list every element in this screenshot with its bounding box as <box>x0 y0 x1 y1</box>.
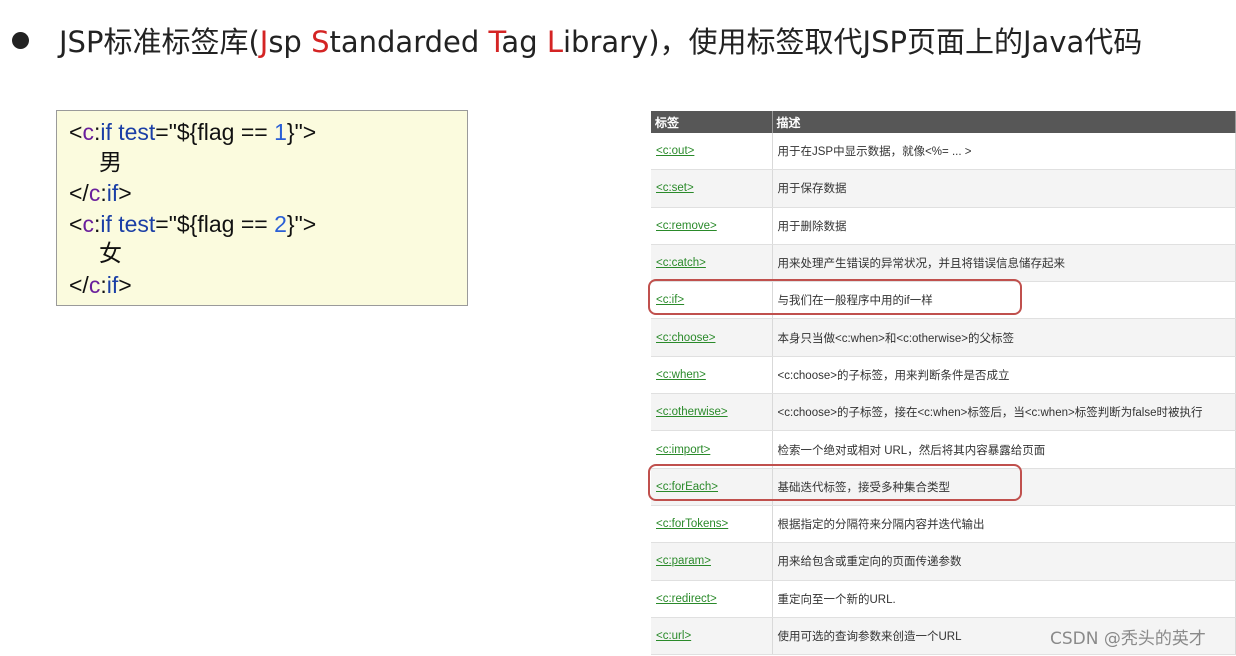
tag-link[interactable]: <c:out> <box>656 145 694 157</box>
table-row: <c:out> 用于在JSP中显示数据，就像<%= ... > <box>651 133 1236 171</box>
highlight-c-foreach-row <box>648 464 1022 501</box>
header-description: 描述 <box>772 111 1236 133</box>
tag-description: 用来处理产生错误的异常状况，并且将错误信息储存起来 <box>772 244 1236 283</box>
tag-link[interactable]: <c:otherwise> <box>656 406 728 418</box>
tag-description: 检索一个绝对或相对 URL，然后将其内容暴露给页面 <box>772 430 1236 469</box>
watermark: CSDN @秃头的英才 <box>1050 629 1206 649</box>
tag-link[interactable]: <c:catch> <box>656 257 706 269</box>
table-row: <c:otherwise> <c:choose>的子标签，接在<c:when>标签… <box>651 393 1236 432</box>
tag-link[interactable]: <c:param> <box>656 555 711 567</box>
tag-link[interactable]: <c:redirect> <box>656 593 717 605</box>
tag-description: 用于在JSP中显示数据，就像<%= ... > <box>772 133 1236 171</box>
table-row: <c:redirect> 重定向至一个新的URL. <box>651 580 1236 618</box>
tag-link[interactable]: <c:set> <box>656 182 694 194</box>
code-line-1: <c:if test="${flag == 1}"> <box>69 119 317 145</box>
tag-link[interactable]: <c:remove> <box>656 220 717 232</box>
code-line-5: 女 <box>99 241 122 267</box>
code-line-4: <c:if test="${flag == 2}"> <box>69 210 317 237</box>
tag-description: 根据指定的分隔符来分隔内容并迭代输出 <box>772 505 1236 544</box>
tag-description: <c:choose>的子标签，用来判断条件是否成立 <box>772 356 1236 395</box>
slide-heading: JSP标准标签库(Jsp Standarded Tag Library)，使用标… <box>12 18 1142 62</box>
table-row: <c:catch> 用来处理产生错误的异常状况，并且将错误信息储存起来 <box>651 244 1236 283</box>
table-row: <c:when> <c:choose>的子标签，用来判断条件是否成立 <box>651 356 1236 395</box>
tag-link[interactable]: <c:when> <box>656 369 706 381</box>
table-header-row: 标签 描述 <box>651 111 1236 133</box>
table-row: <c:choose> 本身只当做<c:when>和<c:otherwise>的父标… <box>651 318 1236 357</box>
tag-link[interactable]: <c:choose> <box>656 332 715 344</box>
tag-description: <c:choose>的子标签，接在<c:when>标签后，当<c:when>标签… <box>772 393 1236 432</box>
table-row: <c:set> 用于保存数据 <box>651 169 1236 208</box>
code-example-box: <c:if test="${flag == 1}"> 男 </c:if> <c:… <box>56 110 468 306</box>
header-tag: 标签 <box>651 111 773 133</box>
tag-link[interactable]: <c:import> <box>656 444 710 456</box>
code-line-6: </c:if> <box>69 271 132 298</box>
table-row: <c:forTokens> 根据指定的分隔符来分隔内容并迭代输出 <box>651 505 1236 544</box>
tag-description: 用于删除数据 <box>772 207 1236 245</box>
code-line-2: 男 <box>99 149 122 176</box>
table-row: <c:remove> 用于删除数据 <box>651 207 1236 245</box>
bullet-icon <box>12 31 29 49</box>
highlight-c-if-row <box>648 279 1022 315</box>
tag-description: 用来给包含或重定向的页面传递参数 <box>772 542 1236 581</box>
tag-link[interactable]: <c:forTokens> <box>656 518 728 530</box>
code-line-3: </c:if> <box>69 180 132 206</box>
jstl-tag-table: 标签 描述 <c:out> 用于在JSP中显示数据，就像<%= ... > <c:… <box>651 111 1236 656</box>
table-row: <c:param> 用来给包含或重定向的页面传递参数 <box>651 542 1236 581</box>
heading-text: JSP标准标签库(Jsp Standarded Tag Library)，使用标… <box>59 25 1143 59</box>
tag-description: 本身只当做<c:when>和<c:otherwise>的父标签 <box>772 318 1236 357</box>
tag-link[interactable]: <c:url> <box>656 630 691 642</box>
tag-description: 用于保存数据 <box>772 169 1236 208</box>
table-row: <c:import> 检索一个绝对或相对 URL，然后将其内容暴露给页面 <box>651 430 1236 469</box>
tag-description: 重定向至一个新的URL. <box>772 580 1236 618</box>
